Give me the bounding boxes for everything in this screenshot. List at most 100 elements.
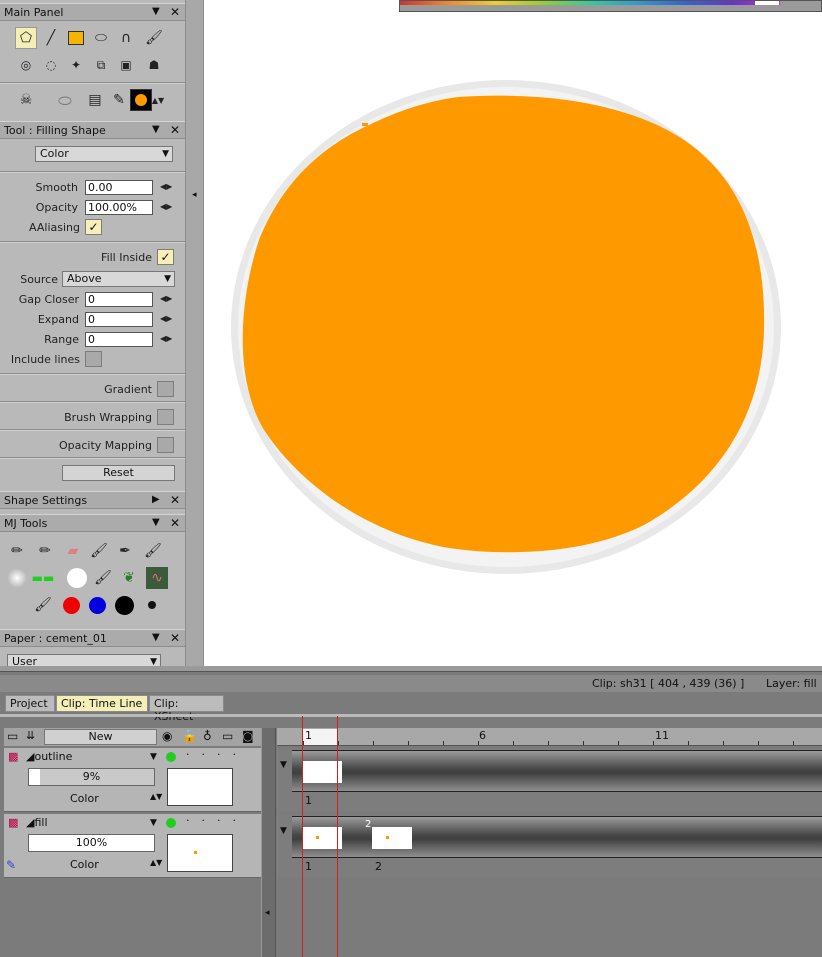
blue-dot-preset-icon[interactable] bbox=[86, 594, 108, 616]
tab-project[interactable]: Project bbox=[5, 695, 55, 712]
timeline-splitter[interactable]: ◂ bbox=[261, 728, 276, 957]
crop-icon[interactable]: ⧉ bbox=[90, 54, 112, 76]
new-layer-button[interactable]: New bbox=[44, 729, 157, 745]
mode-spin-icon[interactable]: ▲▼ bbox=[150, 792, 162, 801]
green-dash-preset-icon[interactable]: ▬▬ bbox=[32, 567, 55, 589]
frame-ruler[interactable]: 1 6 11 bbox=[277, 728, 822, 746]
polygon-lasso-icon[interactable]: ⬠ bbox=[15, 27, 37, 49]
gap-closer-spin-icon[interactable]: ◀▶ bbox=[160, 294, 172, 303]
folder-icon[interactable]: ▭ bbox=[7, 729, 18, 743]
cube-icon[interactable]: ▤ bbox=[84, 89, 106, 111]
fill-bucket-icon[interactable]: 🖌 bbox=[143, 27, 165, 49]
layer-row-outline[interactable]: ▩ ◢outline ▼ ···· 9% Color ▲▼ bbox=[4, 748, 261, 812]
smooth-spin-icon[interactable]: ◀▶ bbox=[160, 182, 172, 191]
airbrush-preset-icon[interactable] bbox=[6, 567, 28, 589]
layer-row-fill[interactable]: ▩ ◢fill ▼ ···· 100% Color ▲▼ ✎ bbox=[4, 814, 261, 878]
pen-preset-icon[interactable]: ✒ bbox=[114, 540, 136, 562]
ellipse-icon[interactable]: ⬭ bbox=[90, 27, 112, 49]
brush-select-icon[interactable]: ◎ bbox=[15, 54, 37, 76]
bezier-icon[interactable]: ∩ bbox=[115, 27, 137, 49]
transform-icon[interactable]: ✦ bbox=[65, 54, 87, 76]
range-field[interactable]: 0 bbox=[85, 332, 153, 347]
mode-spin-icon[interactable]: ▲▼ bbox=[150, 858, 162, 867]
lock-icon[interactable]: 🔒 bbox=[182, 729, 197, 743]
layer-opacity-slider-outline[interactable]: 9% bbox=[28, 768, 155, 786]
tab-clip-timeline[interactable]: Clip: Time Line bbox=[56, 695, 148, 712]
eye-icon[interactable]: ◉ bbox=[162, 729, 172, 743]
layer-opacity-slider-fill[interactable]: 100% bbox=[28, 834, 155, 852]
shape-settings-header[interactable]: Shape Settings ▶ ✕ bbox=[0, 491, 185, 509]
close-icon[interactable]: ✕ bbox=[170, 631, 180, 645]
fill-mode-dropdown[interactable]: Color ▼ bbox=[35, 146, 173, 162]
layer-menu-icon[interactable]: ▼ bbox=[150, 752, 157, 762]
panel-menu-icon[interactable]: ▼ bbox=[152, 517, 160, 528]
close-icon[interactable]: ✕ bbox=[170, 493, 180, 507]
free-select-icon[interactable]: ◌ bbox=[40, 54, 62, 76]
close-icon[interactable]: ✕ bbox=[170, 5, 180, 19]
frame-cell-2[interactable] bbox=[372, 827, 412, 849]
track-fill[interactable]: 2 bbox=[292, 816, 822, 858]
pencil-preset-icon[interactable]: ✏ bbox=[34, 540, 56, 562]
smudge-preset-icon[interactable]: 🖌 bbox=[92, 567, 114, 589]
layer-name-fill[interactable]: ◢fill bbox=[26, 816, 48, 829]
paper-dropdown[interactable]: User ▼ bbox=[7, 654, 161, 666]
worm-preset-icon[interactable]: ∿ bbox=[146, 567, 168, 589]
panel-splitter[interactable]: ◂ bbox=[185, 0, 204, 666]
layer-menu-icon[interactable]: ▼ bbox=[150, 818, 157, 828]
frame-cell-1[interactable] bbox=[302, 827, 342, 849]
include-lines-checkbox[interactable] bbox=[85, 351, 102, 367]
visibility-dot-icon[interactable] bbox=[166, 818, 176, 828]
track-expand-icon[interactable]: ▼ bbox=[280, 760, 287, 770]
eraser-preset-icon[interactable]: ▰ bbox=[62, 540, 84, 562]
close-icon[interactable]: ✕ bbox=[170, 516, 180, 530]
panel-menu-icon[interactable]: ▼ bbox=[152, 6, 160, 17]
opacity-field[interactable]: 100.00% bbox=[85, 200, 153, 215]
line-icon[interactable]: ╱ bbox=[40, 27, 62, 49]
brush-wrapping-checkbox[interactable] bbox=[157, 409, 174, 425]
camera-icon[interactable]: ☗ bbox=[143, 54, 165, 76]
oval-icon[interactable]: ⬭ bbox=[54, 90, 76, 112]
leaf-preset-icon[interactable]: ❦ bbox=[118, 567, 140, 589]
gradient-checkbox[interactable] bbox=[157, 381, 174, 397]
panel-menu-icon[interactable]: ▼ bbox=[152, 124, 160, 135]
playhead-start-line[interactable] bbox=[302, 716, 303, 957]
expand-spin-icon[interactable]: ◀▶ bbox=[160, 314, 172, 323]
camera-target-icon[interactable]: ◙ bbox=[242, 729, 254, 743]
dropper-icon[interactable]: ✎ bbox=[108, 89, 130, 111]
lightbulb-icon[interactable]: ♁ bbox=[203, 729, 212, 743]
fill-inside-checkbox[interactable]: ✓ bbox=[157, 249, 174, 265]
rectangle-icon[interactable] bbox=[65, 27, 87, 49]
splitter-grip-icon[interactable]: ◂ bbox=[265, 908, 270, 918]
red-dot-preset-icon[interactable] bbox=[60, 594, 82, 616]
brush-preset-icon[interactable]: 🖌 bbox=[142, 540, 164, 562]
frame-cell-1[interactable] bbox=[302, 761, 342, 783]
smudge-preset-icon[interactable]: 🖌 bbox=[32, 594, 54, 616]
brush-preset-icon[interactable]: 🖌 bbox=[88, 540, 110, 562]
mask-icon[interactable]: ▭ bbox=[222, 729, 233, 743]
skull-icon[interactable]: ☠ bbox=[15, 89, 37, 111]
drawing-canvas[interactable] bbox=[204, 0, 822, 666]
gap-closer-field[interactable]: 0 bbox=[85, 292, 153, 307]
white-dot-preset-icon[interactable] bbox=[66, 567, 88, 589]
aaliasing-checkbox[interactable]: ✓ bbox=[85, 219, 102, 235]
splitter-grip-icon[interactable]: ◂ bbox=[192, 190, 197, 200]
pencil-preset-icon[interactable]: ✏ bbox=[6, 540, 28, 562]
close-icon[interactable]: ✕ bbox=[170, 123, 180, 137]
layer-name-outline[interactable]: ◢outline bbox=[26, 750, 72, 763]
reset-button[interactable]: Reset bbox=[62, 465, 175, 481]
range-spin-icon[interactable]: ◀▶ bbox=[160, 334, 172, 343]
visibility-dot-icon[interactable] bbox=[166, 752, 176, 762]
grid-crop-icon[interactable]: ▣ bbox=[115, 54, 137, 76]
expand-field[interactable]: 0 bbox=[85, 312, 153, 327]
pencil-edit-icon[interactable]: ✎ bbox=[6, 858, 16, 872]
opacity-mapping-checkbox[interactable] bbox=[157, 437, 174, 453]
expand-arrow-icon[interactable]: ▶ bbox=[152, 494, 160, 505]
track-outline[interactable] bbox=[292, 750, 822, 792]
smooth-field[interactable]: 0.00 bbox=[85, 180, 153, 195]
source-dropdown[interactable]: Above ▼ bbox=[62, 271, 175, 287]
swatch-menu-icon[interactable]: ▲▼ bbox=[152, 89, 164, 111]
import-icon[interactable]: ⇊ bbox=[26, 729, 35, 742]
panel-menu-icon[interactable]: ▼ bbox=[152, 632, 160, 643]
black-dot-preset-icon[interactable] bbox=[113, 594, 135, 616]
small-dot-preset-icon[interactable] bbox=[141, 594, 163, 616]
